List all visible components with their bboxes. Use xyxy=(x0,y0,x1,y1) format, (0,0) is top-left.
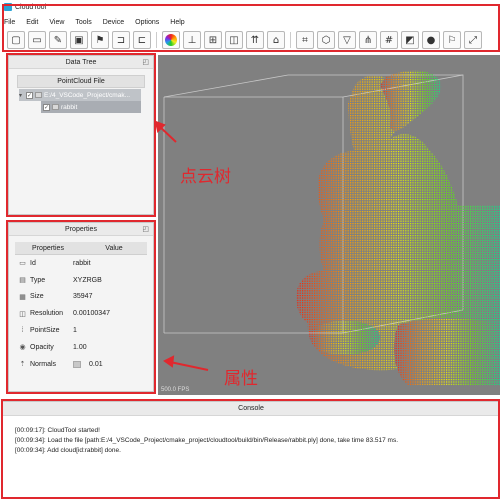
app-logo-icon xyxy=(4,3,12,11)
menu-file[interactable]: File xyxy=(4,19,15,26)
property-key: Type xyxy=(30,276,46,284)
console-line: [00:09:17]: CloudTool started! xyxy=(15,427,100,434)
property-value: rabbit xyxy=(73,259,91,267)
new-icon[interactable]: ▢ xyxy=(7,31,25,49)
menu-device[interactable]: Device xyxy=(103,19,124,26)
property-key: Size xyxy=(30,293,44,301)
col-value: Value xyxy=(105,244,123,252)
pointsize-icon: ⁞ xyxy=(21,327,24,335)
checkbox[interactable]: ✓ xyxy=(26,91,34,99)
menu-tools[interactable]: Tools xyxy=(75,19,91,26)
tag-icon[interactable]: ⌂ xyxy=(267,31,285,49)
property-row: ▭ Id rabbit xyxy=(15,255,147,272)
menu-view[interactable]: View xyxy=(49,19,64,26)
properties-title-text: Properties xyxy=(65,225,97,233)
console-panel: Console [00:09:17]: CloudTool started! [… xyxy=(2,401,500,498)
brush-icon[interactable]: ⚑ xyxy=(91,31,109,49)
checkbox[interactable]: ✓ xyxy=(43,103,50,111)
size-icon: ▦ xyxy=(19,293,26,301)
grid-icon[interactable]: # xyxy=(380,31,398,49)
folder-icon xyxy=(35,92,43,98)
console-log: [00:09:17]: CloudTool started! [00:09:34… xyxy=(3,416,499,456)
property-row: ▤ Type XYZRGB xyxy=(15,272,147,289)
property-row: ⇡ Normals 0.01 xyxy=(15,356,147,373)
clean-icon[interactable]: ✎ xyxy=(49,31,67,49)
toolbar-separator xyxy=(290,32,291,48)
property-key: Resolution xyxy=(30,310,64,318)
save-icon[interactable]: ▣ xyxy=(70,31,88,49)
property-value: XYZRGB xyxy=(73,276,102,284)
cloud-icon xyxy=(52,104,59,110)
cube-icon[interactable]: ⬡ xyxy=(317,31,335,49)
data-tree-title-text: Data Tree xyxy=(65,58,97,66)
flag-icon[interactable]: ⚐ xyxy=(443,31,461,49)
property-key: Normals xyxy=(30,360,57,368)
fps-counter: 500.0 FPS xyxy=(161,387,189,393)
property-key: Opacity xyxy=(30,343,54,351)
normals-color-swatch[interactable] xyxy=(73,360,81,368)
col-properties: Properties xyxy=(32,244,64,252)
window-title: CloudTool xyxy=(15,3,47,11)
menu-help[interactable]: Help xyxy=(170,19,184,26)
import-icon[interactable]: ⊐ xyxy=(112,31,130,49)
point-cloud-canvas[interactable]: 500.0 FPS xyxy=(158,55,500,395)
point-cloud-viewport[interactable]: 500.0 FPS xyxy=(158,55,500,395)
console-line: [00:09:34]: Add cloud[id:rabbit] done. xyxy=(15,447,121,454)
console-title: Console xyxy=(3,402,499,416)
arrows-up-icon[interactable]: ⇈ xyxy=(246,31,264,49)
float-panel-icon[interactable]: ◰ xyxy=(142,225,149,233)
rabbit-point-cloud xyxy=(295,70,500,385)
properties-title: Properties ◰ xyxy=(9,223,153,236)
menu-edit[interactable]: Edit xyxy=(26,19,38,26)
tree-item-cloud[interactable]: ✓ rabbit xyxy=(41,101,141,113)
export-icon[interactable]: ⊏ xyxy=(133,31,151,49)
menu-options[interactable]: Options xyxy=(135,19,159,26)
frame-icon[interactable]: ◫ xyxy=(225,31,243,49)
float-panel-icon[interactable]: ◰ xyxy=(142,58,149,66)
type-icon: ▤ xyxy=(19,277,26,285)
toolbar: ▢ ▭ ✎ ▣ ⚑ ⊐ ⊏ ⊥ ⊞ ◫ ⇈ ⌂ ⌗ ⬡ ▽ ⋔ # ◩ ● ⚐ … xyxy=(4,28,500,52)
id-icon: ▭ xyxy=(19,260,26,268)
property-row: ◫ Resolution 0.00100347 xyxy=(15,305,147,322)
title-bar: CloudTool xyxy=(0,0,500,14)
tree-column-header: PointCloud File xyxy=(17,75,145,88)
property-value: 0.01 xyxy=(89,360,103,368)
sphere-icon[interactable]: ● xyxy=(422,31,440,49)
property-value: 1.00 xyxy=(73,343,87,351)
bounding-box-icon[interactable]: ⊞ xyxy=(204,31,222,49)
tree-item-file-label: E:/4_VSCode_Project/cmak... xyxy=(44,91,131,99)
property-row: ◉ Opacity 1.00 xyxy=(15,339,147,356)
annotation-label-tree: 点云树 xyxy=(180,167,231,187)
properties-panel: Properties ◰ Properties Value ▭ Id rabbit… xyxy=(8,222,154,392)
data-tree-panel: Data Tree ◰ PointCloud File ▾ ✓ E:/4_VSC… xyxy=(8,55,154,215)
property-value: 0.00100347 xyxy=(73,310,110,318)
open-icon[interactable]: ▭ xyxy=(28,31,46,49)
filter-icon[interactable]: ▽ xyxy=(338,31,356,49)
opacity-icon: ◉ xyxy=(19,344,26,352)
distance-icon[interactable]: ⋔ xyxy=(359,31,377,49)
console-line: [00:09:34]: Load the file [path:E:/4_VSC… xyxy=(15,437,399,444)
axis-icon[interactable]: ⊥ xyxy=(183,31,201,49)
resolution-icon: ◫ xyxy=(19,310,26,318)
measure-icon[interactable]: ⤢ xyxy=(464,31,482,49)
expand-caret-icon[interactable]: ▾ xyxy=(19,92,22,99)
tree-item-file[interactable]: ▾ ✓ E:/4_VSCode_Project/cmak... xyxy=(19,89,141,101)
property-value: 35947 xyxy=(73,293,93,301)
annotation-label-properties: 属性 xyxy=(224,369,258,389)
crop-icon[interactable]: ⌗ xyxy=(296,31,314,49)
normals-icon: ⇡ xyxy=(19,361,26,369)
property-key: PointSize xyxy=(30,327,60,335)
menu-bar: File Edit View Tools Device Options Help xyxy=(4,16,196,28)
tree-item-cloud-label: rabbit xyxy=(61,103,78,111)
color-wheel-icon[interactable] xyxy=(162,31,180,49)
property-row: ▦ Size 35947 xyxy=(15,289,147,306)
property-value: 1 xyxy=(73,327,77,335)
data-tree-title: Data Tree ◰ xyxy=(9,56,153,69)
toolbar-separator xyxy=(156,32,157,48)
property-row: ⁞ PointSize 1 xyxy=(15,322,147,339)
layers-icon[interactable]: ◩ xyxy=(401,31,419,49)
properties-header: Properties Value xyxy=(15,242,147,255)
property-key: Id xyxy=(30,259,36,267)
